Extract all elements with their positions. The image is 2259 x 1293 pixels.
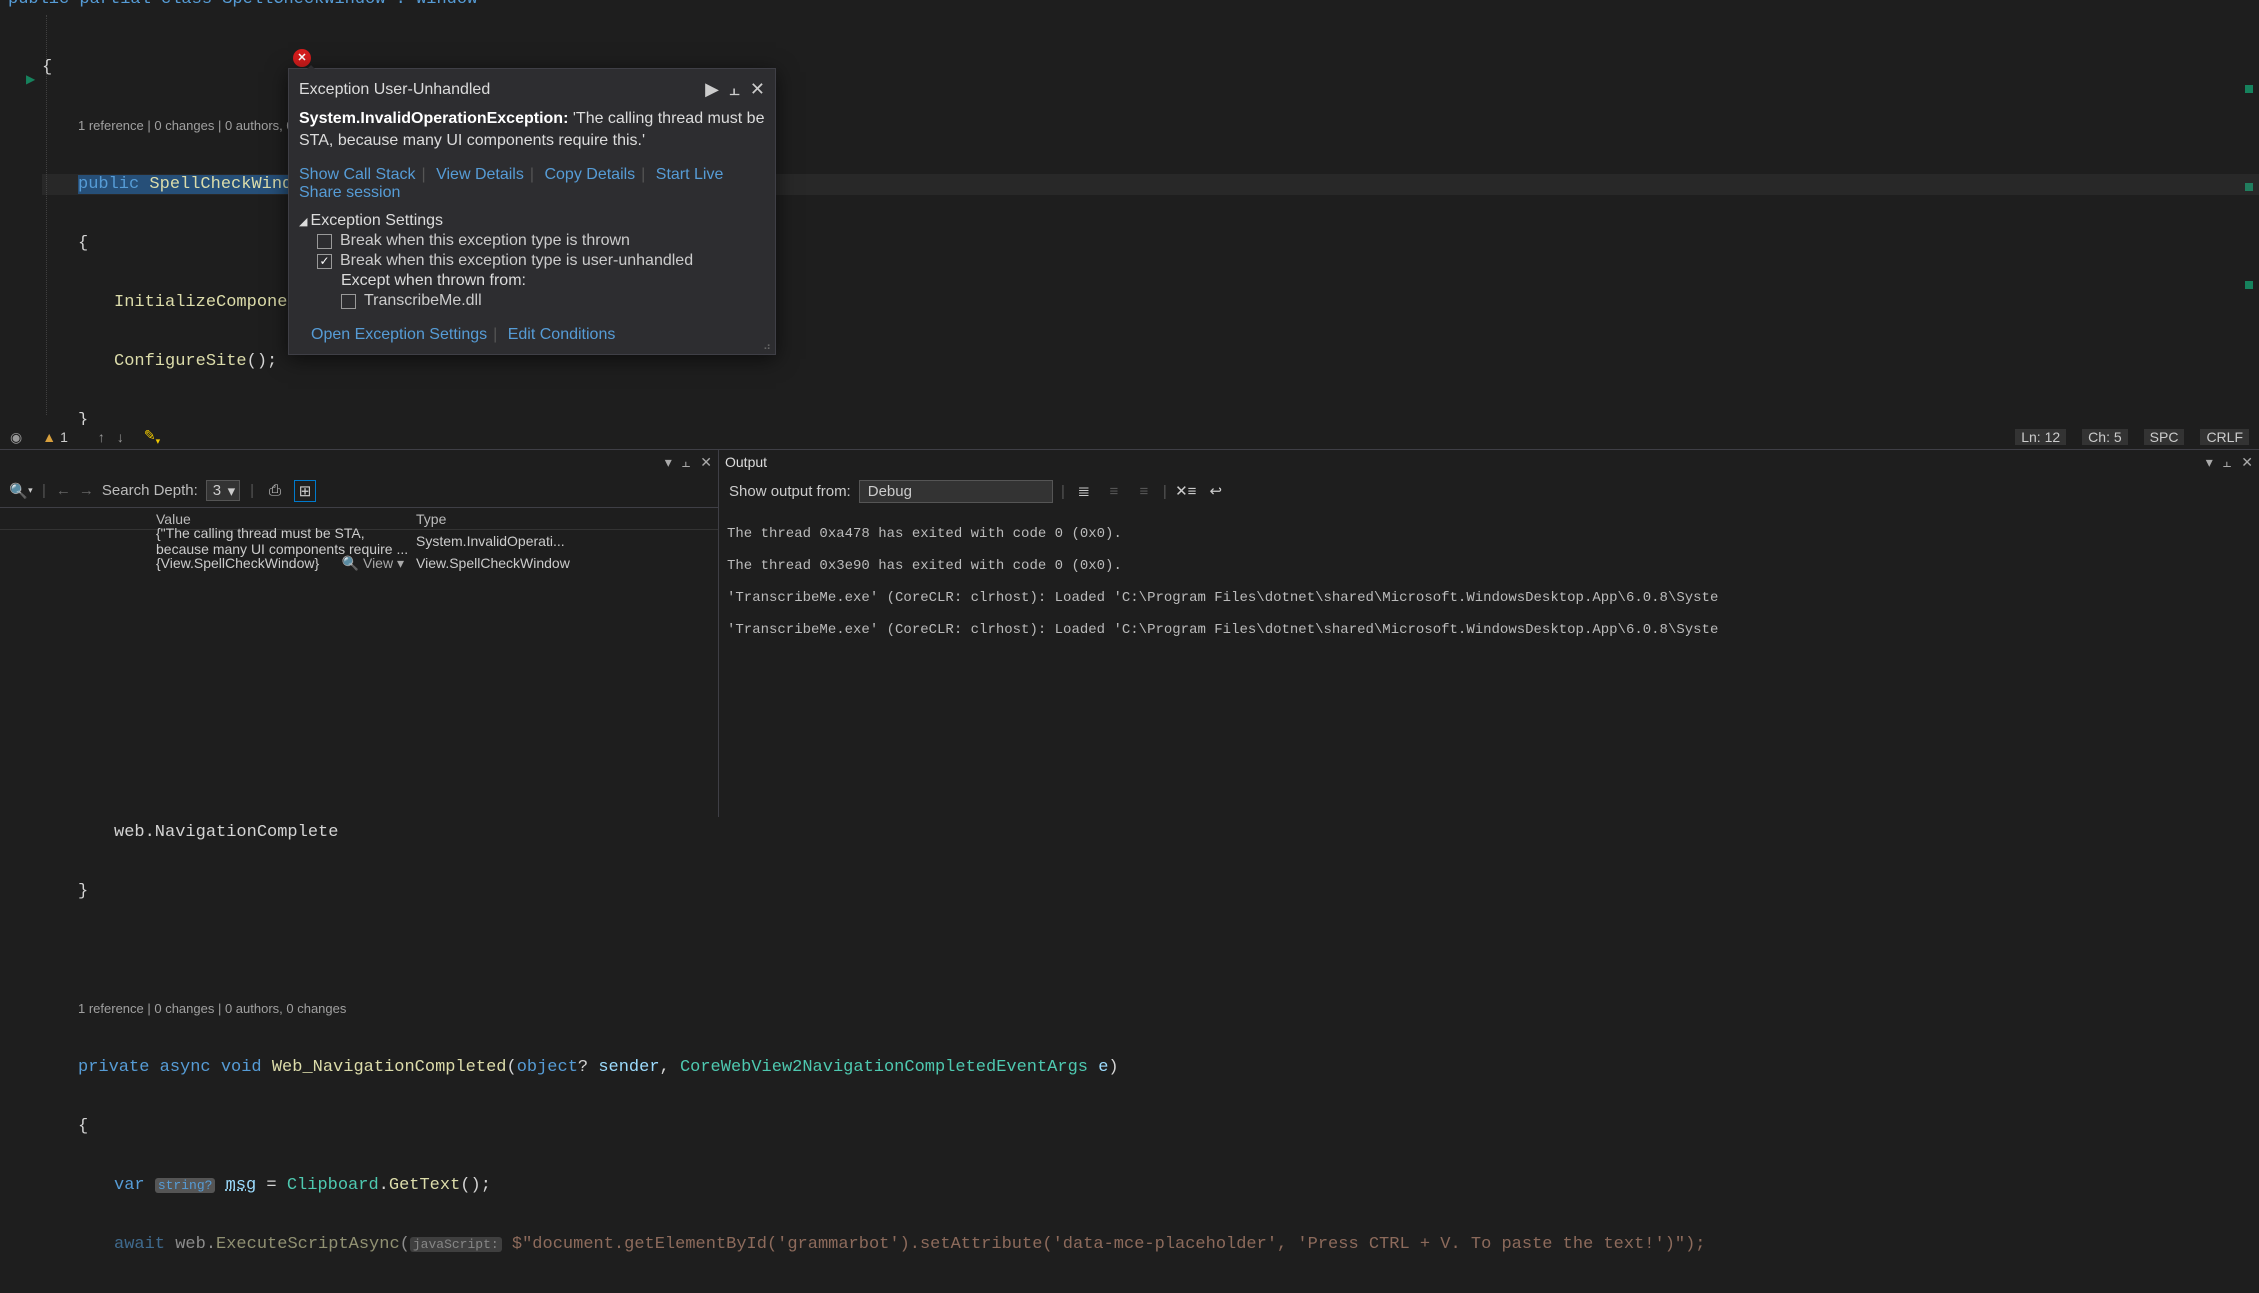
output-title: Output [725, 454, 767, 470]
break-thrown-label: Break when this exception type is thrown [340, 232, 630, 250]
search-icon[interactable]: 🔍▾ [10, 480, 32, 502]
toolbar-button-active[interactable]: ⊞ [294, 480, 316, 502]
clear-icon[interactable]: ✕≡ [1175, 480, 1197, 502]
except-dll-checkbox[interactable] [341, 294, 356, 309]
exception-popup: Exception User-Unhandled ▶ ⫠ ✕ System.In… [288, 68, 776, 355]
exception-message: System.InvalidOperationException: 'The c… [289, 104, 775, 162]
resize-grip-icon[interactable]: ⣠ [763, 337, 771, 350]
except-from-label: Except when thrown from: [341, 272, 765, 290]
toolbar-button[interactable]: ⎙ [264, 480, 286, 502]
column-type[interactable]: Type [410, 511, 718, 527]
locals-panel: ▾ ⫠ ✕ 🔍▾ | ← → Search Depth: 3 ▾ | ⎙ ⊞ V… [0, 449, 718, 817]
close-icon[interactable]: ✕ [700, 454, 712, 471]
forward-icon: → [79, 482, 94, 499]
line-indicator[interactable]: Ln: 12 [2015, 429, 2066, 445]
toolbar-button[interactable]: ≣ [1073, 480, 1095, 502]
pin-icon[interactable]: ⫠ [729, 79, 740, 100]
toolbar-button[interactable]: ≡ [1133, 480, 1155, 502]
eol-indicator[interactable]: CRLF [2200, 429, 2249, 445]
break-unhandled-label: Break when this exception type is user-u… [340, 252, 693, 270]
open-exception-settings-link[interactable]: Open Exception Settings [311, 326, 487, 343]
exception-settings-expander[interactable]: Exception Settings [299, 212, 765, 230]
pin-icon[interactable]: ⫠ [2223, 454, 2231, 471]
code-line: public partial class SpellCheckWindow : … [8, 0, 477, 9]
editor-status-bar: ◉ ▲ 1 ↑ ↓ ✎▾ Ln: 12 Ch: 5 SPC CRLF [0, 425, 2259, 449]
word-wrap-icon[interactable]: ↩ [1205, 480, 1227, 502]
edit-conditions-link[interactable]: Edit Conditions [508, 326, 616, 343]
warning-icon[interactable]: ▲ [42, 429, 56, 445]
code-editor[interactable]: ▶ public partial class SpellCheckWindow … [0, 0, 2259, 445]
pin-icon[interactable]: ⫠ [682, 454, 690, 471]
output-text[interactable]: The thread 0xa478 has exited with code 0… [719, 508, 2259, 672]
codelens[interactable]: 1 reference | 0 changes | 0 authors, 0 c… [42, 999, 2259, 1019]
dropdown-icon[interactable]: ▾ [665, 454, 672, 471]
down-arrow-icon[interactable]: ↓ [117, 429, 124, 445]
break-thrown-checkbox[interactable] [317, 234, 332, 249]
copy-details-link[interactable]: Copy Details [544, 166, 635, 183]
pencil-icon[interactable]: ✎▾ [144, 427, 160, 447]
view-details-link[interactable]: View Details [436, 166, 524, 183]
break-unhandled-checkbox[interactable] [317, 254, 332, 269]
close-icon[interactable]: ✕ [2241, 454, 2253, 471]
warning-count: 1 [60, 429, 68, 445]
popup-title: Exception User-Unhandled [299, 81, 705, 99]
output-panel: Output ▾ ⫠ ✕ Show output from: Debug | ≣… [718, 449, 2259, 817]
indent-indicator[interactable]: SPC [2144, 429, 2185, 445]
table-row[interactable]: {"The calling thread must be STA, becaus… [0, 530, 718, 552]
up-arrow-icon[interactable]: ↑ [98, 429, 105, 445]
back-icon: ← [56, 482, 71, 499]
col-indicator[interactable]: Ch: 5 [2082, 429, 2127, 445]
dropdown-icon[interactable]: ▾ [2206, 454, 2213, 471]
search-depth-label: Search Depth: [102, 482, 198, 499]
except-dll-label: TranscribeMe.dll [364, 292, 482, 310]
output-from-label: Show output from: [729, 483, 851, 500]
search-depth-select[interactable]: 3 ▾ [206, 480, 240, 501]
close-icon[interactable]: ✕ [750, 79, 765, 100]
show-call-stack-link[interactable]: Show Call Stack [299, 166, 416, 183]
output-source-select[interactable]: Debug [859, 480, 1053, 503]
issues-button[interactable]: ◉ [10, 429, 22, 446]
toolbar-button[interactable]: ≡ [1103, 480, 1125, 502]
continue-icon[interactable]: ▶ [705, 79, 719, 100]
table-row[interactable]: {View.SpellCheckWindow} 🔍 View ▾ View.Sp… [0, 552, 718, 574]
